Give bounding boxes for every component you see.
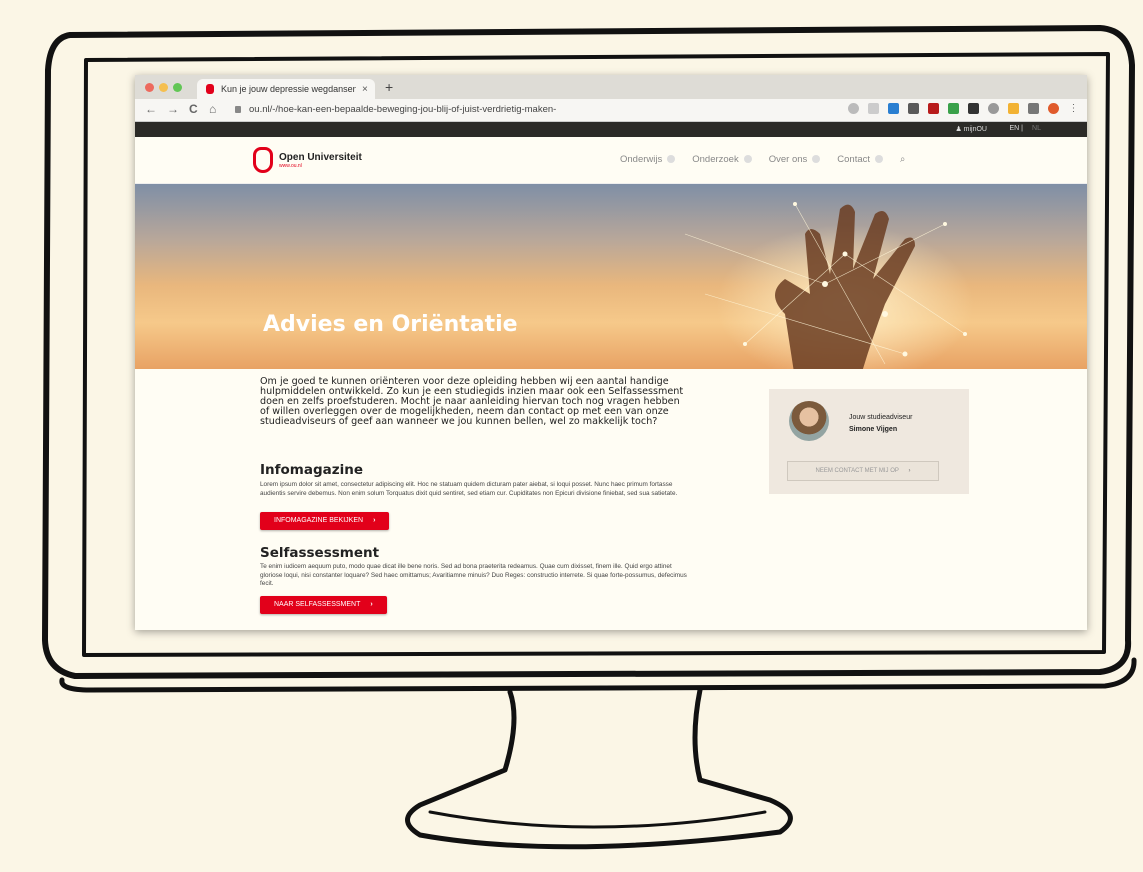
extension-translate-icon[interactable] [888, 103, 899, 114]
forward-icon[interactable]: → [167, 102, 179, 116]
logo-sub: www.ou.nl [279, 162, 302, 169]
extension-profile-icon[interactable] [1048, 103, 1059, 114]
bookmark-star-icon[interactable] [868, 103, 879, 114]
logo-name: Open Universiteit [279, 151, 362, 163]
hand-network-image [684, 202, 967, 369]
selfassessment-button[interactable]: NAAR SELFASSESSMENT › [260, 596, 387, 614]
menu-item-onderwijs[interactable]: Onderwijs [620, 154, 676, 165]
browser-menu-icon[interactable]: ⋮ [1068, 103, 1079, 114]
utility-strip: ♟ mijnOU EN | NL [135, 122, 1087, 137]
ou-logo-icon [253, 147, 273, 173]
url-field[interactable]: ou.nl/-/hoe-kan-een-bepaalde-beweging-jo… [235, 102, 885, 118]
reload-icon[interactable]: C [189, 102, 198, 116]
contact-advisor-button[interactable]: NEEM CONTACT MET MIJ OP › [787, 461, 939, 481]
menu-item-over-ons[interactable]: Over ons [769, 154, 821, 165]
chevron-down-icon [667, 155, 676, 163]
chevron-down-icon [743, 155, 752, 163]
chevron-down-icon [875, 155, 884, 163]
favicon-icon [206, 84, 214, 94]
lang-en-link[interactable]: EN | [1010, 125, 1024, 132]
menu-item-onderzoek[interactable]: Onderzoek [692, 154, 752, 165]
infomagazine-button[interactable]: INFOMAGAZINE BEKIJKEN › [260, 512, 390, 530]
minimize-window-icon[interactable] [159, 83, 168, 92]
browser-tab[interactable]: Kun je jouw depressie wegdansen? × [197, 79, 375, 99]
main-content: Om je goed te kunnen oriënteren voor dez… [135, 369, 1087, 630]
search-icon[interactable]: ⌕ [900, 154, 905, 165]
intro-text: Om je goed te kunnen oriënteren voor dez… [260, 376, 684, 427]
chevron-down-icon [812, 155, 821, 163]
hero-banner: Advies en Oriëntatie [135, 184, 1087, 369]
section-title-selfassessment: Selfassessment [260, 545, 380, 561]
extension-cloud-icon[interactable] [1028, 103, 1039, 114]
maximize-window-icon[interactable] [173, 83, 182, 92]
extension-circle-icon[interactable] [988, 103, 999, 114]
chevron-right-icon: › [373, 517, 376, 524]
window-controls [145, 83, 182, 92]
close-window-icon[interactable] [145, 83, 154, 92]
avatar [789, 401, 829, 441]
lock-icon [235, 106, 241, 113]
chevron-right-icon: › [370, 601, 373, 608]
mijnou-link[interactable]: ♟ mijnOU [955, 125, 987, 133]
advisor-card: Jouw studieadviseur Simone Vijgen NEEM C… [769, 389, 969, 494]
extension-folder-icon[interactable] [1008, 103, 1019, 114]
page-title: Advies en Oriëntatie [263, 312, 518, 337]
zoom-icon[interactable] [848, 103, 859, 114]
extension-box-icon[interactable] [908, 103, 919, 114]
extension-pdf-icon[interactable] [928, 103, 939, 114]
lang-nl-link[interactable]: NL [1032, 125, 1041, 132]
address-bar-row: ← → C ⌂ ou.nl/-/hoe-kan-een-bepaalde-bew… [135, 99, 1087, 122]
home-icon[interactable]: ⌂ [209, 102, 216, 116]
tab-close-icon[interactable]: × [362, 84, 368, 95]
site-logo[interactable]: Open Universiteit www.ou.nl [253, 147, 362, 173]
tab-bar: Kun je jouw depressie wegdansen? × + [135, 75, 1087, 99]
url-text: ou.nl/-/hoe-kan-een-bepaalde-beweging-jo… [249, 104, 557, 115]
tab-title: Kun je jouw depressie wegdansen? [221, 84, 356, 94]
advisor-label: Jouw studieadviseur [849, 414, 913, 421]
extension-drive-icon[interactable] [948, 103, 959, 114]
new-tab-button[interactable]: + [385, 79, 393, 95]
section-body-selfassessment: Te enim iudicem aequum puto, modo quae d… [260, 563, 687, 587]
site-header: Open Universiteit www.ou.nl Onderwijs On… [135, 137, 1087, 184]
extension-font-icon[interactable] [968, 103, 979, 114]
chevron-right-icon: › [908, 468, 911, 474]
main-menu: Onderwijs Onderzoek Over ons Contact ⌕ [620, 154, 905, 165]
section-title-infomagazine: Infomagazine [260, 462, 363, 478]
back-icon[interactable]: ← [145, 102, 157, 116]
extensions-bar: ⋮ [848, 103, 1079, 114]
advisor-name: Simone Vijgen [849, 426, 898, 433]
section-body-infomagazine: Lorem ipsum dolor sit amet, consectetur … [260, 481, 678, 497]
browser-window: Kun je jouw depressie wegdansen? × + ← →… [135, 75, 1087, 630]
menu-item-contact[interactable]: Contact [837, 154, 884, 165]
